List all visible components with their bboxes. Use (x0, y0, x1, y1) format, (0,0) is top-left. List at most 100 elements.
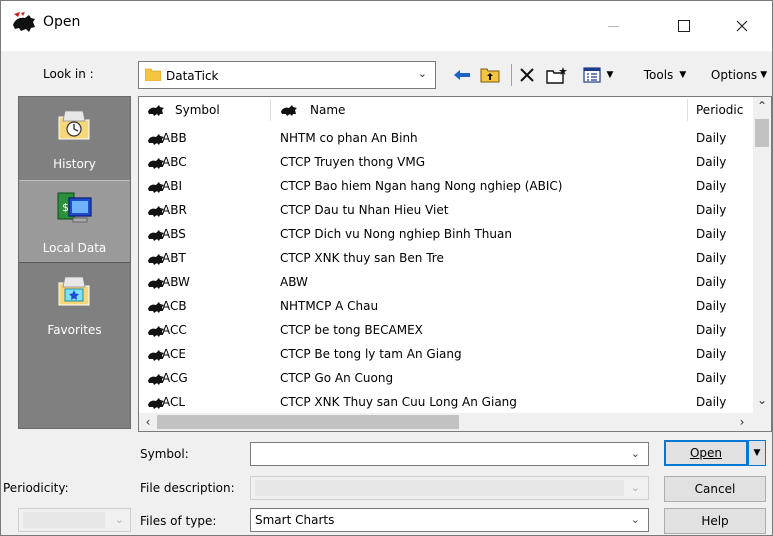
symbol-combo[interactable]: ⌄ (250, 442, 649, 466)
row-name: CTCP XNK Thuy san Cuu Long An Giang (280, 395, 517, 409)
open-button[interactable]: Open (664, 440, 748, 466)
cancel-button[interactable]: Cancel (664, 476, 766, 502)
table-row[interactable]: ABT CTCP XNK thuy san Ben Tre Daily (139, 247, 753, 271)
horizontal-scrollbar[interactable]: ‹ › (139, 413, 753, 431)
scroll-right-icon[interactable]: › (733, 413, 751, 431)
table-row[interactable]: ABB NHTM co phan An Binh Daily (139, 127, 753, 151)
horizontal-scroll-thumb[interactable] (157, 415, 459, 429)
column-name[interactable]: Name (280, 97, 680, 123)
open-dialog: Open Look in : DataTick ⌄ ▼ Tools ▼ Opti… (0, 0, 773, 536)
table-row[interactable]: ACC CTCP be tong BECAMEX Daily (139, 319, 753, 343)
table-row[interactable]: ACB NHTMCP A Chau Daily (139, 295, 753, 319)
minimize-icon (607, 25, 619, 27)
vertical-scroll-thumb[interactable] (755, 119, 769, 147)
table-row[interactable]: ABS CTCP Dich vu Nong nghiep Binh Thuan Da… (139, 223, 753, 247)
back-arrow-icon (454, 70, 470, 80)
column-periodicity-label: Periodic (696, 103, 744, 117)
tools-label: Tools (643, 68, 674, 82)
column-symbol-label: Symbol (175, 103, 220, 117)
column-divider[interactable] (687, 99, 688, 121)
chevron-down-icon: ⌄ (114, 513, 124, 526)
minimize-button[interactable] (590, 1, 636, 51)
app-bull-icon (13, 12, 35, 32)
cancel-button-label: Cancel (694, 482, 736, 496)
delete-button[interactable] (516, 63, 538, 87)
row-periodicity: Daily (696, 299, 727, 313)
table-row[interactable]: ACE CTCP Be tong ly tam An Giang Daily (139, 343, 753, 367)
place-local-data[interactable]: $ Local Data (19, 180, 130, 263)
row-periodicity: Daily (696, 227, 727, 241)
row-name: CTCP XNK thuy san Ben Tre (280, 251, 444, 265)
new-folder-icon (546, 67, 567, 84)
row-symbol: ACL (162, 395, 186, 409)
chevron-down-icon: ⌄ (630, 481, 640, 494)
scroll-up-icon[interactable]: ⌃ (753, 97, 771, 115)
place-history[interactable]: History (19, 97, 130, 180)
table-row[interactable]: ACL CTCP XNK Thuy san Cuu Long An Giang Da… (139, 391, 753, 415)
up-folder-icon (480, 68, 500, 83)
table-row[interactable]: ABC CTCP Truyen thong VMG Daily (139, 151, 753, 175)
tools-dropdown-icon: ▼ (679, 70, 687, 80)
history-icon (58, 110, 90, 140)
toolbar-separator (511, 64, 512, 86)
maximize-icon (678, 20, 690, 32)
options-label: Options (710, 68, 758, 82)
options-dropdown-icon: ▼ (760, 70, 768, 80)
maximize-button[interactable] (661, 1, 707, 51)
scroll-left-icon[interactable]: ‹ (139, 413, 157, 431)
place-favorites[interactable]: Favorites (19, 263, 130, 346)
options-menu-button[interactable]: Options ▼ (706, 63, 772, 87)
row-periodicity: Daily (696, 155, 727, 169)
open-button-label: Open (689, 446, 723, 460)
table-row[interactable]: ACG CTCP Go An Cuong Daily (139, 367, 753, 391)
table-row[interactable]: ABR CTCP Dau tu Nhan Hieu Viet Daily (139, 199, 753, 223)
bull-icon (281, 105, 297, 116)
scroll-corner (753, 413, 771, 431)
row-symbol: ACB (162, 299, 187, 313)
back-button[interactable] (451, 63, 473, 87)
dropdown-arrow-icon: ▼ (753, 448, 761, 458)
view-menu-button[interactable]: ▼ (576, 63, 620, 87)
row-periodicity: Daily (696, 131, 727, 145)
table-row[interactable]: ABW ABW Daily (139, 271, 753, 295)
chevron-down-icon: ⌄ (417, 67, 427, 80)
column-symbol[interactable]: Symbol (147, 97, 267, 123)
column-divider[interactable] (270, 99, 271, 121)
help-button[interactable]: Help (664, 508, 766, 534)
row-name: ABW (280, 275, 308, 289)
row-symbol: ABR (162, 203, 187, 217)
new-folder-button[interactable] (545, 63, 569, 87)
row-name: NHTM co phan An Binh (280, 131, 418, 145)
up-folder-button[interactable] (478, 63, 502, 87)
open-dropdown-button[interactable]: ▼ (748, 440, 766, 466)
delete-icon (520, 68, 534, 82)
periodicity-input (23, 512, 105, 528)
row-symbol: ABW (162, 275, 190, 289)
column-periodicity[interactable]: Periodic (696, 97, 753, 123)
periodicity-label: Periodicity: (3, 481, 69, 495)
row-name: CTCP Go An Cuong (280, 371, 394, 385)
row-periodicity: Daily (696, 203, 727, 217)
help-button-label: Help (701, 514, 729, 528)
place-local-data-label: Local Data (42, 241, 107, 255)
row-name: CTCP Dich vu Nong nghiep Binh Thuan (280, 227, 512, 241)
file-description-combo: ⌄ (250, 476, 649, 500)
vertical-scrollbar[interactable]: ⌃ ⌄ (753, 97, 771, 413)
window-title: Open (43, 14, 81, 30)
files-of-type-combo[interactable]: Smart Charts ⌄ (250, 508, 649, 532)
chevron-down-icon: ⌄ (630, 513, 640, 526)
table-row[interactable]: ABI CTCP Bao hiem Ngan hang Nong nghiep (… (139, 175, 753, 199)
local-data-icon: $ (57, 192, 92, 223)
row-periodicity: Daily (696, 395, 727, 409)
row-periodicity: Daily (696, 347, 727, 361)
look-in-combo[interactable]: DataTick ⌄ (138, 61, 436, 89)
periodicity-combo: ⌄ (18, 508, 131, 532)
scroll-down-icon[interactable]: ⌄ (753, 391, 771, 409)
row-name: CTCP be tong BECAMEX (280, 323, 423, 337)
tools-menu-button[interactable]: Tools ▼ (635, 63, 695, 87)
view-dropdown-icon: ▼ (606, 70, 614, 80)
row-symbol: ACE (162, 347, 186, 361)
row-periodicity: Daily (696, 251, 727, 265)
close-button[interactable] (719, 1, 765, 51)
place-favorites-label: Favorites (47, 323, 102, 337)
